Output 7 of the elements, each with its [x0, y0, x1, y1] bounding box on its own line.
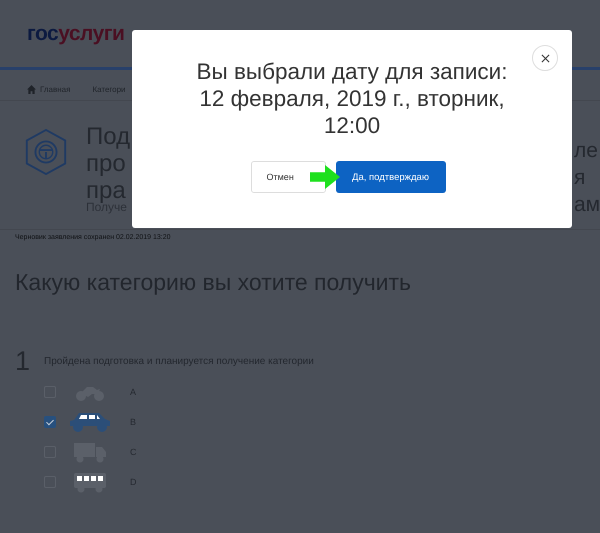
- confirm-button[interactable]: Да, подтверждаю: [336, 161, 446, 193]
- cancel-button[interactable]: Отмен: [250, 161, 326, 193]
- logo[interactable]: госуслуги: [27, 22, 124, 46]
- close-icon[interactable]: [532, 45, 558, 71]
- car-icon: [68, 411, 112, 433]
- checkbox[interactable]: [44, 416, 56, 428]
- dialog-message: Вы выбрали дату для записи: 12 февраля, 2019 г., вторник, 12:00: [196, 58, 508, 139]
